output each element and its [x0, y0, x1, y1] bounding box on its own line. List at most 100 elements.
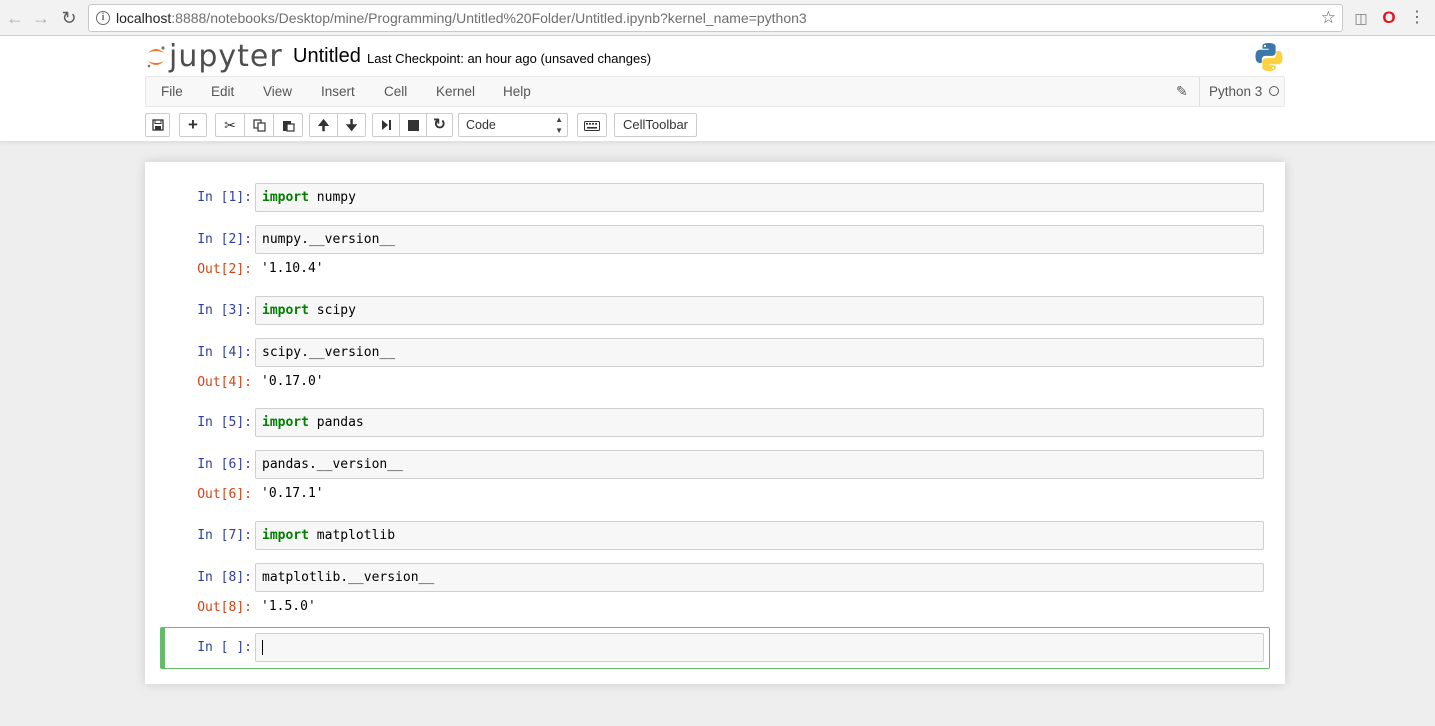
input-prompt: In [ ]:: [197, 640, 252, 655]
code-cell[interactable]: In [2]: numpy.__version__ Out[2]: '1.10.…: [160, 225, 1270, 280]
info-icon[interactable]: i: [96, 11, 110, 25]
code-cell[interactable]: In [3]: import scipy: [160, 296, 1270, 326]
url-host: localhost: [116, 10, 172, 26]
copy-icon: [252, 119, 266, 132]
copy-button[interactable]: [244, 113, 274, 137]
kernel-status-icon: [1269, 86, 1279, 96]
cell-type-select[interactable]: Code ▲ ▼: [458, 113, 568, 137]
forward-arrow-icon[interactable]: →: [30, 7, 52, 29]
code-keyword: import: [262, 190, 309, 205]
cut-button[interactable]: ✂: [215, 113, 245, 137]
cut-icon: ✂: [224, 117, 236, 133]
input-prompt: In [4]:: [197, 345, 252, 360]
output-prompt: Out[2]:: [197, 262, 252, 277]
code-text: matplotlib: [308, 528, 396, 543]
menu-help[interactable]: Help: [503, 84, 531, 99]
select-arrows-icon: ▲ ▼: [555, 115, 563, 135]
menu-edit[interactable]: Edit: [211, 84, 234, 99]
code-keyword: import: [262, 528, 309, 543]
run-button[interactable]: [372, 113, 400, 137]
extension-icon[interactable]: ◫: [1352, 8, 1370, 28]
output-text: '1.5.0': [261, 599, 316, 614]
paste-button[interactable]: [273, 113, 303, 137]
input-prompt: In [8]:: [197, 570, 252, 585]
code-text: matplotlib.__version__: [262, 570, 435, 585]
code-text: scipy.__version__: [262, 345, 396, 360]
save-icon: [151, 119, 164, 131]
text-cursor: [262, 640, 263, 655]
arrow-up-icon: 🠉: [317, 117, 330, 133]
output-prompt: Out[4]:: [197, 375, 252, 390]
code-text: scipy: [308, 303, 356, 318]
input-prompt: In [6]:: [197, 457, 252, 472]
insert-cell-button[interactable]: +: [179, 113, 207, 137]
code-cell[interactable]: In [8]: matplotlib.__version__ Out[8]: '…: [160, 563, 1270, 618]
code-text: pandas.__version__: [262, 457, 403, 472]
code-input[interactable]: import matplotlib: [255, 521, 1264, 550]
menu-cell[interactable]: Cell: [384, 84, 407, 99]
menu-file[interactable]: File: [161, 84, 183, 99]
save-button[interactable]: [145, 113, 170, 137]
stop-icon: [407, 120, 419, 131]
code-input-active[interactable]: [255, 633, 1264, 662]
jupyter-header: jupyter Untitled Last Checkpoint: an hou…: [0, 36, 1435, 142]
menu-kernel[interactable]: Kernel: [436, 84, 475, 99]
jupyter-logo-icon: [147, 46, 165, 68]
output-prompt: Out[8]:: [197, 600, 252, 615]
cell-type-value: Code: [466, 118, 496, 132]
code-input[interactable]: numpy.__version__: [255, 225, 1264, 254]
move-down-button[interactable]: 🠋: [337, 113, 366, 137]
url-path: :8888/notebooks/Desktop/mine/Programming…: [171, 10, 807, 26]
reload-icon[interactable]: ↻: [58, 7, 80, 29]
code-cell[interactable]: In [7]: import matplotlib: [160, 521, 1270, 551]
pencil-icon[interactable]: ✎: [1176, 83, 1188, 100]
code-input[interactable]: pandas.__version__: [255, 450, 1264, 479]
notebook-title[interactable]: Untitled: [293, 45, 361, 68]
celltoolbar-button[interactable]: CellToolbar: [614, 113, 697, 137]
code-cell[interactable]: In [1]: import numpy: [160, 183, 1270, 213]
code-text: pandas: [308, 415, 364, 430]
output-prompt: Out[6]:: [197, 487, 252, 502]
code-input[interactable]: matplotlib.__version__: [255, 563, 1264, 592]
checkpoint-status: Last Checkpoint: an hour ago (unsaved ch…: [367, 51, 652, 66]
code-cell[interactable]: In [6]: pandas.__version__ Out[6]: '0.17…: [160, 450, 1270, 505]
restart-button[interactable]: ↻: [426, 113, 453, 137]
code-input[interactable]: import pandas: [255, 408, 1264, 437]
code-input[interactable]: import scipy: [255, 296, 1264, 325]
opera-icon[interactable]: O: [1380, 8, 1398, 28]
output-text: '1.10.4': [261, 261, 324, 276]
command-palette-button[interactable]: [577, 113, 607, 137]
menu-view[interactable]: View: [263, 84, 292, 99]
code-input[interactable]: scipy.__version__: [255, 338, 1264, 367]
star-icon[interactable]: ☆: [1321, 8, 1336, 28]
kernel-indicator-name: Python 3: [1199, 77, 1262, 106]
input-prompt: In [3]:: [197, 303, 252, 318]
arrow-down-icon: 🠋: [345, 117, 358, 133]
url-text[interactable]: localhost:8888/notebooks/Desktop/mine/Pr…: [116, 10, 807, 26]
back-arrow-icon[interactable]: ←: [4, 7, 26, 29]
output-text: '0.17.0': [261, 374, 324, 389]
jupyter-logo-text: jupyter: [169, 39, 283, 74]
code-input[interactable]: import numpy: [255, 183, 1264, 212]
code-cell[interactable]: In [5]: import pandas: [160, 408, 1270, 438]
code-keyword: import: [262, 303, 309, 318]
run-icon: [381, 120, 391, 130]
main-toolbar: + ✂ 🠉 🠋 ↻ Code ▲ ▼ CellToolbar: [145, 113, 745, 137]
code-cell-active[interactable]: In [ ]:: [160, 633, 1270, 663]
code-cell[interactable]: In [4]: scipy.__version__ Out[4]: '0.17.…: [160, 338, 1270, 393]
input-prompt: In [5]:: [197, 415, 252, 430]
menu-insert[interactable]: Insert: [321, 84, 355, 99]
code-keyword: import: [262, 415, 309, 430]
code-text: numpy.__version__: [262, 232, 396, 247]
interrupt-button[interactable]: [399, 113, 427, 137]
notebook-container: In [1]: import numpy In [2]: numpy.__ver…: [145, 162, 1285, 684]
address-bar[interactable]: i localhost:8888/notebooks/Desktop/mine/…: [88, 4, 1343, 32]
move-up-button[interactable]: 🠉: [309, 113, 338, 137]
input-prompt: In [7]:: [197, 528, 252, 543]
browser-toolbar: ← → ↻ i localhost:8888/notebooks/Desktop…: [0, 0, 1435, 36]
plus-icon: +: [188, 115, 198, 134]
code-text: numpy: [308, 190, 356, 205]
menu-icon[interactable]: ⋮: [1408, 8, 1426, 28]
menu-bar: File Edit View Insert Cell Kernel Help ✎…: [145, 76, 1285, 107]
output-text: '0.17.1': [261, 486, 324, 501]
